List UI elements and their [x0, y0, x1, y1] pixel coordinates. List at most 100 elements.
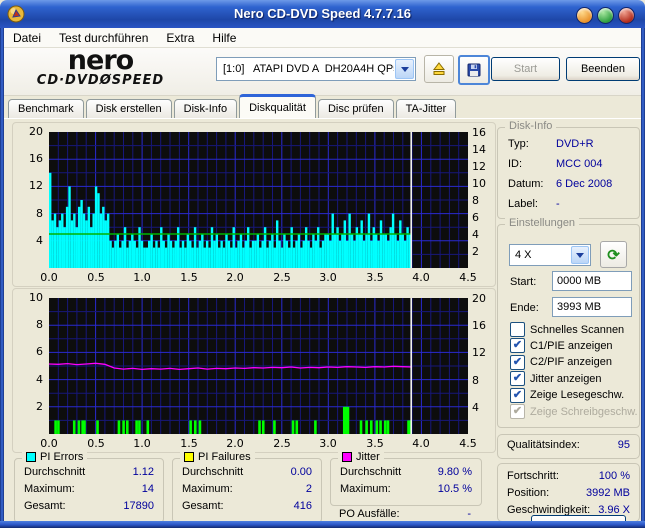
refresh-button[interactable]: ⟳	[600, 241, 627, 268]
stat-value: 416	[293, 500, 312, 512]
disk-info-value: -	[556, 198, 560, 210]
logo-text-nero: nero	[67, 45, 134, 76]
x-axis-tick: 0.5	[87, 271, 105, 284]
menu-item-extra[interactable]: Extra	[157, 29, 203, 47]
checkbox-box[interactable]: ✔	[510, 354, 525, 370]
nero-logo: nero CD·DVDØSPEED	[18, 45, 183, 88]
y-axis-left-tick: 2	[36, 400, 43, 413]
pi-errors-legend-swatch	[26, 452, 36, 462]
checkbox-c2-pif-anzeigen[interactable]: ✔ C2/PIF anzeigen	[510, 354, 612, 370]
eject-button[interactable]	[424, 55, 454, 83]
y-axis-right-tick: 8	[472, 194, 479, 207]
tab-disc-pr-fen[interactable]: Disc prüfen	[317, 99, 394, 118]
po-failures-label: PO Ausfälle:	[339, 508, 400, 520]
chevron-down-icon[interactable]	[395, 59, 414, 79]
close-button[interactable]	[618, 7, 635, 24]
menu-item-test-durchf-hren[interactable]: Test durchführen	[50, 29, 157, 47]
y-axis-right-tick: 10	[472, 177, 486, 190]
disk-info-row: ID: MCC 004	[508, 158, 631, 170]
checkbox-box[interactable]: ✔	[510, 387, 525, 403]
checkbox-box[interactable]: ✔	[510, 404, 525, 419]
y-axis-left-tick: 4	[36, 234, 43, 247]
checkbox-label: Jitter anzeigen	[530, 372, 602, 385]
y-axis-left-tick: 6	[36, 345, 43, 358]
toolbar: nero CD·DVDØSPEED [1:0] ATAPI DVD A DH20…	[4, 45, 641, 96]
pi-failures-legend-swatch	[184, 452, 194, 462]
stat-value: 1.12	[132, 466, 154, 478]
tab-diskqualit-t[interactable]: Diskqualität	[239, 94, 316, 118]
pif-jitter-plot	[49, 298, 468, 434]
checkbox-label: C2/PIF anzeigen	[530, 356, 612, 369]
y-axis-left-tick: 8	[36, 207, 43, 220]
x-axis-tick: 2.5	[273, 437, 291, 450]
progress-label: Position:	[507, 487, 550, 499]
disk-info-value: 6 Dec 2008	[556, 178, 613, 190]
tab-strip: Benchmark Disk erstellen Disk-Info Diskqual…	[8, 94, 458, 118]
menu-item-datei[interactable]: Datei	[4, 29, 50, 47]
checkbox-box[interactable]	[510, 322, 525, 337]
chevron-down-icon[interactable]	[571, 246, 589, 264]
scan-end-input[interactable]	[552, 297, 632, 317]
disk-info-value: MCC 004	[556, 158, 603, 170]
checkbox-c1-pie-anzeigen[interactable]: ✔ C1/PIE anzeigen	[510, 338, 613, 354]
stat-label: Gesamt:	[24, 500, 66, 512]
minimize-button[interactable]	[576, 7, 593, 24]
stat-label: Durchschnitt	[24, 466, 86, 478]
disk-info-group: Disk-Info Typ: DVD+R ID: MCC 004 Datum: 6 Dec…	[497, 120, 640, 219]
checkbox-box[interactable]: ✔	[510, 338, 525, 354]
checkbox-schnelles-scannen[interactable]: Schnelles Scannen	[510, 322, 624, 337]
y-axis-right-tick: 4	[472, 228, 479, 241]
checkbox-label: Zeige Lesegeschw.	[530, 389, 625, 402]
title-bar[interactable]: Nero CD-DVD Speed 4.7.7.16	[0, 0, 645, 28]
stats-group-title: PI Errors	[22, 451, 88, 463]
x-axis-tick: 2.0	[226, 271, 244, 284]
stats-row-item: Gesamt: 17890	[24, 500, 154, 512]
scan-start-input[interactable]	[552, 271, 632, 291]
checkbox-jitter-anzeigen[interactable]: ✔ Jitter anzeigen	[510, 371, 602, 387]
menu-bar: Datei Test durchführen Extra Hilfe	[4, 28, 641, 48]
tab-page-diskqualitaet: 4 8 12 16 20 2 4 6 8 10 12 14 16 0.0 0.5 1.0 1.5 2.0 2.5 3.…	[4, 118, 641, 528]
checkbox-zeige-schreibgeschw[interactable]: ✔ Zeige Schreibgeschw.	[510, 404, 638, 419]
y-axis-left-tick: 12	[29, 179, 43, 192]
tab-disk-erstellen[interactable]: Disk erstellen	[85, 99, 172, 118]
stats-group-name: PI Errors	[40, 451, 84, 463]
speed-select-value: 4 X	[515, 249, 532, 261]
y-axis-left-tick: 4	[36, 373, 43, 386]
progress-row: Fortschritt: 100 %	[507, 470, 630, 482]
y-axis-right-tick: 20	[472, 292, 486, 305]
stat-label: Durchschnitt	[340, 466, 402, 478]
y-axis-left-tick: 20	[29, 125, 43, 138]
tab-ta-jitter[interactable]: TA-Jitter	[395, 99, 457, 118]
x-axis-tick: 1.5	[180, 437, 198, 450]
disk-info-label: Datum:	[508, 178, 544, 190]
stats-group-jitter: Jitter Durchschnitt 9.80 % Maximum: 10.5 %	[330, 451, 482, 506]
checkbox-zeige-lesegeschw[interactable]: ✔ Zeige Lesegeschw.	[510, 387, 625, 403]
y-axis-right-tick: 2	[472, 245, 479, 258]
drive-select[interactable]: [1:0] ATAPI DVD A DH20A4H QP5B	[216, 57, 416, 81]
logo-text-cddvdspeed: CD·DVDØSPEED	[36, 73, 165, 88]
tab-disk-info[interactable]: Disk-Info	[173, 99, 238, 118]
stat-label: Maximum:	[24, 483, 75, 495]
disk-info-label: ID:	[508, 158, 523, 170]
stat-label: Durchschnitt	[182, 466, 244, 478]
settings-title: Einstellungen	[505, 217, 580, 229]
menu-item-hilfe[interactable]: Hilfe	[203, 29, 245, 47]
checkbox-box[interactable]: ✔	[510, 371, 525, 387]
stat-label: Maximum:	[340, 483, 391, 495]
stats-group-title: Jitter	[338, 451, 384, 463]
start-button[interactable]: Start	[491, 57, 560, 81]
maximize-button[interactable]	[597, 7, 614, 24]
window-title: Nero CD-DVD Speed 4.7.7.16	[233, 6, 411, 21]
pif-jitter-chart: 2 4 6 8 10 4 8 12 16 20 0.0 0.5 1.0 1.5 2.0 2.5 3.0 3.5 4.…	[12, 288, 496, 453]
window-border-right	[641, 26, 645, 528]
speed-select[interactable]: 4 X	[509, 244, 591, 266]
save-icon	[467, 63, 481, 77]
save-button[interactable]	[458, 55, 490, 85]
tab-benchmark[interactable]: Benchmark	[8, 99, 84, 118]
stat-value: 0.00	[290, 466, 312, 478]
quit-button[interactable]: Beenden	[566, 57, 640, 81]
window-border-left	[0, 26, 4, 528]
progress-row: Position: 3992 MB	[507, 487, 630, 499]
checkbox-label: Zeige Schreibgeschw.	[530, 405, 638, 418]
x-axis-tick: 0.0	[40, 437, 58, 450]
